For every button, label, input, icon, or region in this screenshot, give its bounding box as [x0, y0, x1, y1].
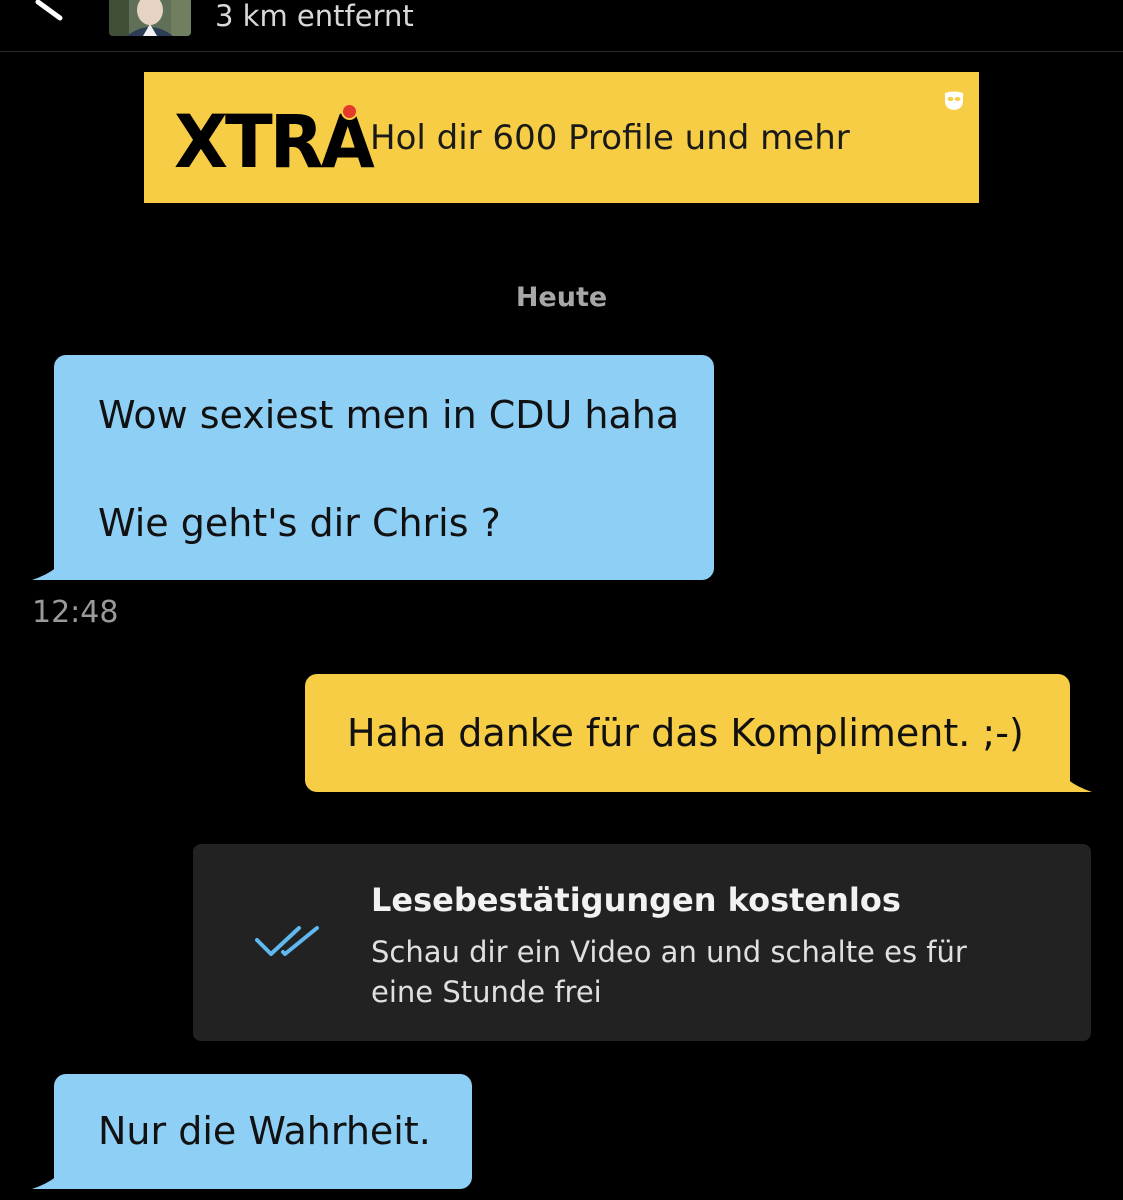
message-text: Wie geht's dir Chris ?	[98, 501, 501, 545]
promo-description: Schau dir ein Video an und schalte es fü…	[371, 935, 967, 1009]
incoming-message[interactable]: Nur die Wahrheit.	[54, 1074, 472, 1189]
chevron-left-icon	[35, 0, 63, 21]
grindr-mask-icon	[945, 91, 963, 110]
chat-header: 3 km entfernt	[0, 0, 1123, 52]
outgoing-message[interactable]: Haha danke für das Kompliment. ;-)	[305, 674, 1070, 792]
bubble-tail	[1052, 760, 1092, 792]
message-text: Haha danke für das Kompliment. ;-)	[347, 711, 1024, 755]
read-receipts-promo[interactable]: Lesebestätigungen kostenlos Schau dir ei…	[193, 844, 1091, 1041]
date-separator: Heute	[515, 282, 608, 313]
message-text: Wow sexiest men in CDU haha	[98, 393, 680, 437]
distance-label: 3 km entfernt	[215, 0, 414, 33]
bubble-tail	[32, 1157, 72, 1189]
avatar[interactable]	[109, 0, 191, 36]
promo-title: Lesebestätigungen kostenlos	[371, 881, 901, 919]
incoming-message[interactable]: Wow sexiest men in CDU haha Wie geht's d…	[54, 355, 714, 580]
xtra-banner-text: Hol dir 600 Profile und mehr	[370, 118, 850, 158]
profile-photo	[109, 0, 191, 36]
double-check-icon	[255, 926, 319, 956]
back-button[interactable]	[30, 0, 70, 28]
message-text: Nur die Wahrheit.	[98, 1109, 431, 1153]
xtra-upgrade-banner[interactable]: XTRA Hol dir 600 Profile und mehr	[144, 72, 979, 203]
xtra-logo-dot	[341, 103, 358, 120]
bubble-tail	[32, 548, 72, 580]
message-timestamp: 12:48	[32, 595, 119, 630]
